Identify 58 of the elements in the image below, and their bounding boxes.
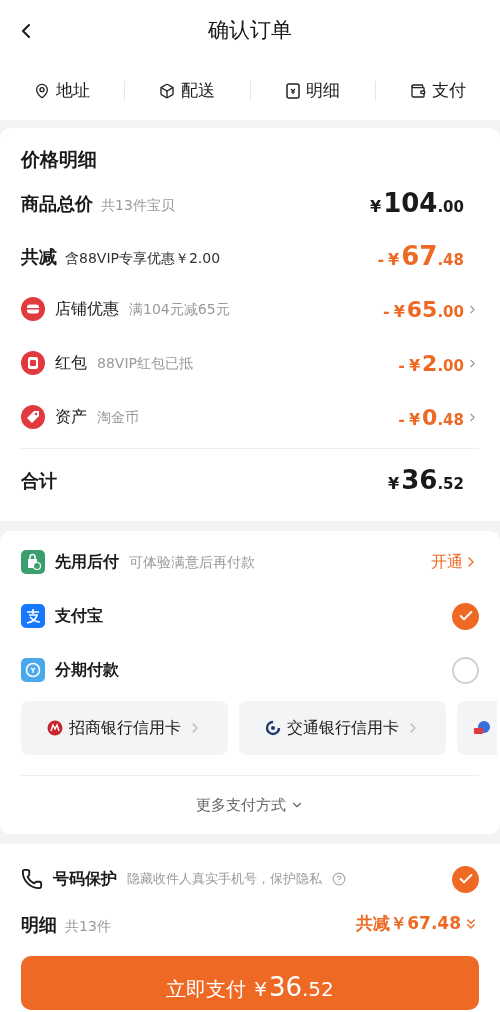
payment-method-row[interactable]: 分期付款 (21, 643, 479, 697)
receipt-icon (285, 83, 300, 99)
location-pin-icon (34, 83, 51, 99)
bank-logo-icon (46, 720, 63, 736)
shopping-bag-icon (21, 550, 45, 574)
row-note: 满104元减65元 (129, 299, 230, 319)
privacy-label: 号码保护 (53, 868, 117, 890)
step-tab[interactable]: 地址 (0, 78, 125, 104)
section-title: 价格明细 (21, 146, 98, 172)
wallet-icon (409, 83, 426, 99)
method-label: 先用后付 (55, 551, 119, 573)
bank-card-option[interactable] (457, 701, 497, 755)
price-amount: - ¥0.48 (398, 403, 464, 432)
summary-count: 共13件 (65, 916, 111, 936)
bank-card-option[interactable]: 交通银行信用卡 (239, 701, 446, 755)
bank-logo-icon (264, 720, 281, 736)
method-note: 可体验满意后再付款 (129, 552, 255, 572)
discount-row[interactable]: 资产 淘金币 - ¥0.48 (21, 390, 479, 444)
bank-logo-icon (473, 720, 491, 736)
row-label: 商品总价 (21, 191, 93, 216)
payment-method-row[interactable]: 先用后付 可体验满意后再付款 开通 (21, 535, 479, 589)
row-label: 合计 (21, 468, 57, 493)
alipay-icon (21, 604, 45, 628)
privacy-checkbox[interactable] (452, 865, 479, 893)
step-tab[interactable]: 配送 (125, 78, 250, 104)
payment-method-row[interactable]: 支付宝 (21, 589, 479, 643)
privacy-note: 隐藏收件人真实手机号，保护隐私 (127, 870, 322, 889)
row-note: 共13件宝贝 (101, 195, 175, 215)
tag-icon (21, 405, 45, 429)
radio-button[interactable] (452, 602, 479, 630)
price-amount: - ¥65.00 (383, 295, 464, 324)
phone-icon (21, 868, 43, 890)
row-note: 含88VIP专享优惠￥2.00 (65, 248, 221, 268)
price-amount: - ¥2.00 (398, 349, 464, 378)
help-icon[interactable] (332, 872, 346, 886)
price-amount: ¥36.52 (388, 463, 464, 497)
step-tab[interactable]: 支付 (375, 78, 500, 104)
price-amount: ¥104.00 (370, 186, 464, 220)
price-amount: - ¥67.48 (377, 239, 464, 273)
more-payment-methods-button[interactable]: 更多支付方式 (196, 793, 304, 817)
installment-icon (21, 658, 45, 682)
row-note: 淘金币 (97, 407, 139, 427)
row-label: 资产 (55, 406, 87, 428)
bank-card-option[interactable]: 招商银行信用卡 (21, 701, 228, 755)
row-label: 店铺优惠 (55, 298, 119, 320)
row-label: 红包 (55, 352, 87, 374)
step-tab[interactable]: 明细 (250, 78, 375, 104)
shop-icon (21, 297, 45, 321)
summary-label: 明细 (21, 912, 57, 937)
discount-row[interactable]: 红包 88VIP红包已抵 - ¥2.00 (21, 336, 479, 390)
discount-row[interactable]: 店铺优惠 满104元减65元 - ¥65.00 (21, 282, 479, 336)
row-label: 共减 (21, 244, 57, 269)
method-label: 支付宝 (55, 605, 103, 627)
row-note: 88VIP红包已抵 (97, 353, 193, 373)
method-label: 分期付款 (55, 659, 119, 681)
radio-button[interactable] (452, 656, 479, 684)
page-title: 确认订单 (208, 17, 292, 45)
box-icon (159, 83, 176, 99)
